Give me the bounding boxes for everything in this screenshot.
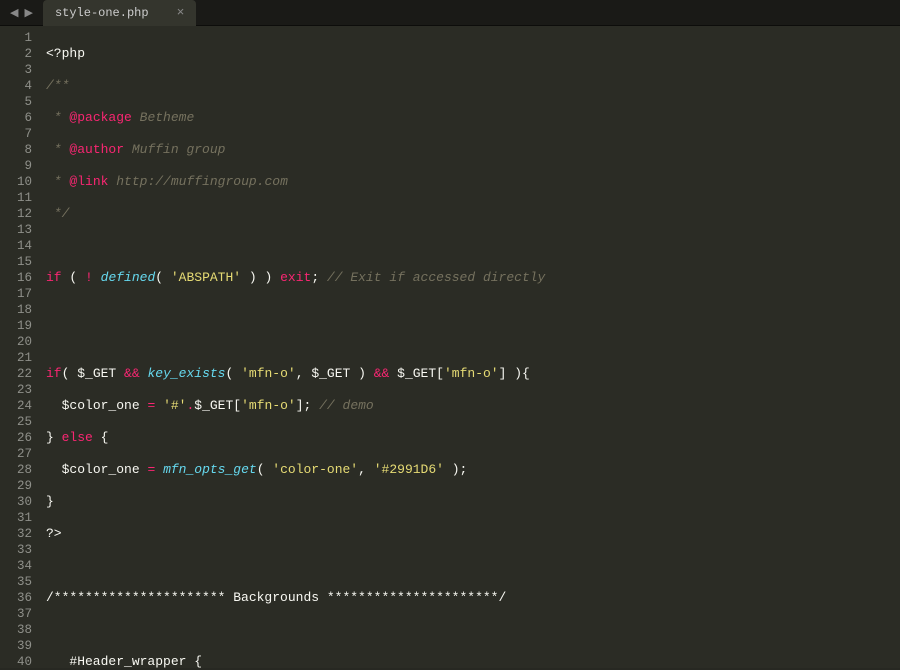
line-number: 29 — [0, 478, 32, 494]
css-comment-backgrounds: /********************** Backgrounds ****… — [46, 590, 506, 605]
line-number: 23 — [0, 382, 32, 398]
op-not: ! — [85, 270, 93, 285]
var-color-one: $color_one — [62, 398, 140, 413]
docblock-close: */ — [46, 206, 69, 221]
line-number: 14 — [0, 238, 32, 254]
nav-arrows: ◀ ▶ — [0, 6, 43, 20]
line-number: 10 — [0, 174, 32, 190]
kw-exit: exit — [280, 270, 311, 285]
code-area[interactable]: <?php /** * @package Betheme * @author M… — [40, 26, 900, 668]
line-number: 34 — [0, 558, 32, 574]
line-number: 5 — [0, 94, 32, 110]
line-number: 24 — [0, 398, 32, 414]
line-number: 7 — [0, 126, 32, 142]
line-number: 21 — [0, 350, 32, 366]
line-number: 15 — [0, 254, 32, 270]
var-get: $_GET — [194, 398, 233, 413]
doc-tag-package: @package — [69, 110, 131, 125]
line-number: 17 — [0, 286, 32, 302]
doc-tag-link: @link — [69, 174, 108, 189]
editor: 1234567891011121314151617181920212223242… — [0, 26, 900, 668]
str-mfn-o: 'mfn-o' — [241, 366, 296, 381]
kw-if: if — [46, 366, 62, 381]
line-number: 3 — [0, 62, 32, 78]
line-number: 12 — [0, 206, 32, 222]
doc-val-author: Muffin group — [132, 142, 226, 157]
line-number: 9 — [0, 158, 32, 174]
line-number: 32 — [0, 526, 32, 542]
php-close-tag: ?> — [46, 526, 62, 541]
var-get: $_GET — [311, 366, 350, 381]
line-number: 4 — [0, 78, 32, 94]
str-color-one: 'color-one' — [272, 462, 358, 477]
line-number: 30 — [0, 494, 32, 510]
line-number: 8 — [0, 142, 32, 158]
nav-back-icon[interactable]: ◀ — [10, 6, 18, 20]
docblock-open: /** — [46, 78, 69, 93]
doc-val-package: Betheme — [140, 110, 195, 125]
line-number: 2 — [0, 46, 32, 62]
line-number: 38 — [0, 622, 32, 638]
line-number-gutter: 1234567891011121314151617181920212223242… — [0, 26, 40, 668]
fn-mfn-opts-get: mfn_opts_get — [163, 462, 257, 477]
tab-close-icon[interactable]: × — [177, 5, 185, 20]
idx-mfn-o: 'mfn-o' — [444, 366, 499, 381]
line-number: 35 — [0, 574, 32, 590]
php-open-tag: <?php — [46, 46, 85, 61]
line-number: 25 — [0, 414, 32, 430]
line-number: 20 — [0, 334, 32, 350]
doc-star: * — [46, 174, 62, 189]
line-number: 11 — [0, 190, 32, 206]
line-number: 31 — [0, 510, 32, 526]
str-hash: '#' — [163, 398, 186, 413]
comment-demo: // demo — [319, 398, 374, 413]
line-number: 27 — [0, 446, 32, 462]
line-number: 36 — [0, 590, 32, 606]
doc-star: * — [46, 110, 62, 125]
str-abspath: 'ABSPATH' — [171, 270, 241, 285]
line-number: 37 — [0, 606, 32, 622]
fn-key-exists: key_exists — [147, 366, 225, 381]
line-number: 18 — [0, 302, 32, 318]
line-number: 26 — [0, 430, 32, 446]
kw-if: if — [46, 270, 62, 285]
line-number: 39 — [0, 638, 32, 654]
var-get: $_GET — [397, 366, 436, 381]
op-and: && — [124, 366, 140, 381]
str-2991d6: '#2991D6' — [374, 462, 444, 477]
line-number: 13 — [0, 222, 32, 238]
line-number: 6 — [0, 110, 32, 126]
line-number: 33 — [0, 542, 32, 558]
fn-defined: defined — [101, 270, 156, 285]
title-bar: ◀ ▶ style-one.php × — [0, 0, 900, 26]
nav-forward-icon[interactable]: ▶ — [24, 6, 32, 20]
tab-file[interactable]: style-one.php × — [43, 0, 196, 26]
comment-exit: // Exit if accessed directly — [327, 270, 545, 285]
line-number: 19 — [0, 318, 32, 334]
line-number: 28 — [0, 462, 32, 478]
doc-star: * — [46, 142, 62, 157]
doc-val-link: http://muffingroup.com — [116, 174, 288, 189]
css-sel-header-wrapper: #Header_wrapper { — [69, 654, 202, 668]
line-number: 16 — [0, 270, 32, 286]
kw-else: else — [62, 430, 93, 445]
line-number: 22 — [0, 366, 32, 382]
op-and: && — [374, 366, 390, 381]
idx-mfn-o: 'mfn-o' — [241, 398, 296, 413]
var-color-one: $color_one — [62, 462, 140, 477]
var-get: $_GET — [77, 366, 116, 381]
doc-tag-author: @author — [69, 142, 124, 157]
line-number: 1 — [0, 30, 32, 46]
tab-filename: style-one.php — [55, 6, 149, 20]
